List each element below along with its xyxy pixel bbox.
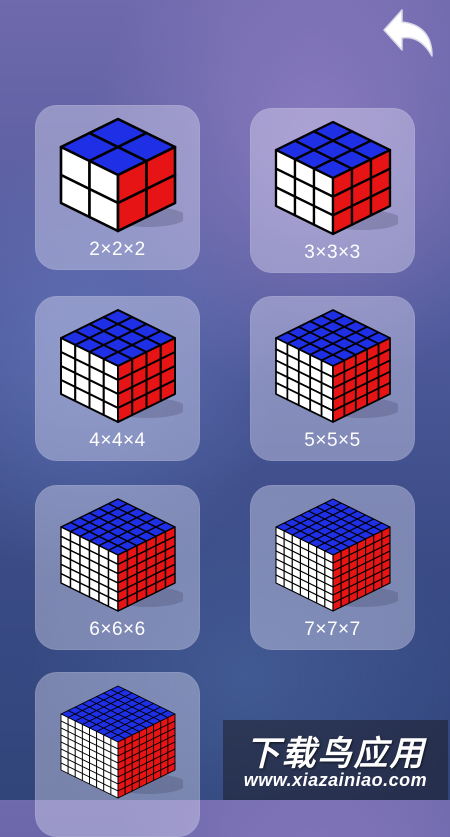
watermark-overlay: 下载鸟应用 www.xiazainiao.com [223, 720, 448, 800]
cube-4x4x4-image [53, 304, 183, 424]
watermark-title: 下载鸟应用 [245, 735, 426, 773]
back-button[interactable] [378, 4, 442, 62]
cube-5x5x5-image [268, 304, 398, 424]
cube-3x3x3-image [268, 116, 398, 236]
watermark-url: www.xiazainiao.com [243, 770, 428, 790]
cube-3x3x3-label: 3×3×3 [304, 242, 361, 263]
cube-5x5x5-label: 5×5×5 [304, 430, 361, 451]
cube-6x6x6-label: 6×6×6 [89, 619, 146, 640]
cube-6x6x6-image [53, 493, 183, 613]
cube-8x8x8-image [53, 680, 183, 800]
cube-2x2x2-label: 2×2×2 [89, 239, 146, 260]
cube-3x3x3-tile[interactable]: 3×3×3 [250, 108, 415, 273]
cube-8x8x8-tile[interactable] [35, 672, 200, 837]
cube-5x5x5-tile[interactable]: 5×5×5 [250, 296, 415, 461]
cube-7x7x7-image [268, 493, 398, 613]
cube-4x4x4-tile[interactable]: 4×4×4 [35, 296, 200, 461]
cube-7x7x7-label: 7×7×7 [304, 619, 361, 640]
cube-2x2x2-image [53, 113, 183, 233]
cube-6x6x6-tile[interactable]: 6×6×6 [35, 485, 200, 650]
cube-7x7x7-tile[interactable]: 7×7×7 [250, 485, 415, 650]
cube-2x2x2-tile[interactable]: 2×2×2 [35, 105, 200, 270]
back-arrow-icon [383, 9, 433, 57]
cube-4x4x4-label: 4×4×4 [89, 430, 146, 451]
